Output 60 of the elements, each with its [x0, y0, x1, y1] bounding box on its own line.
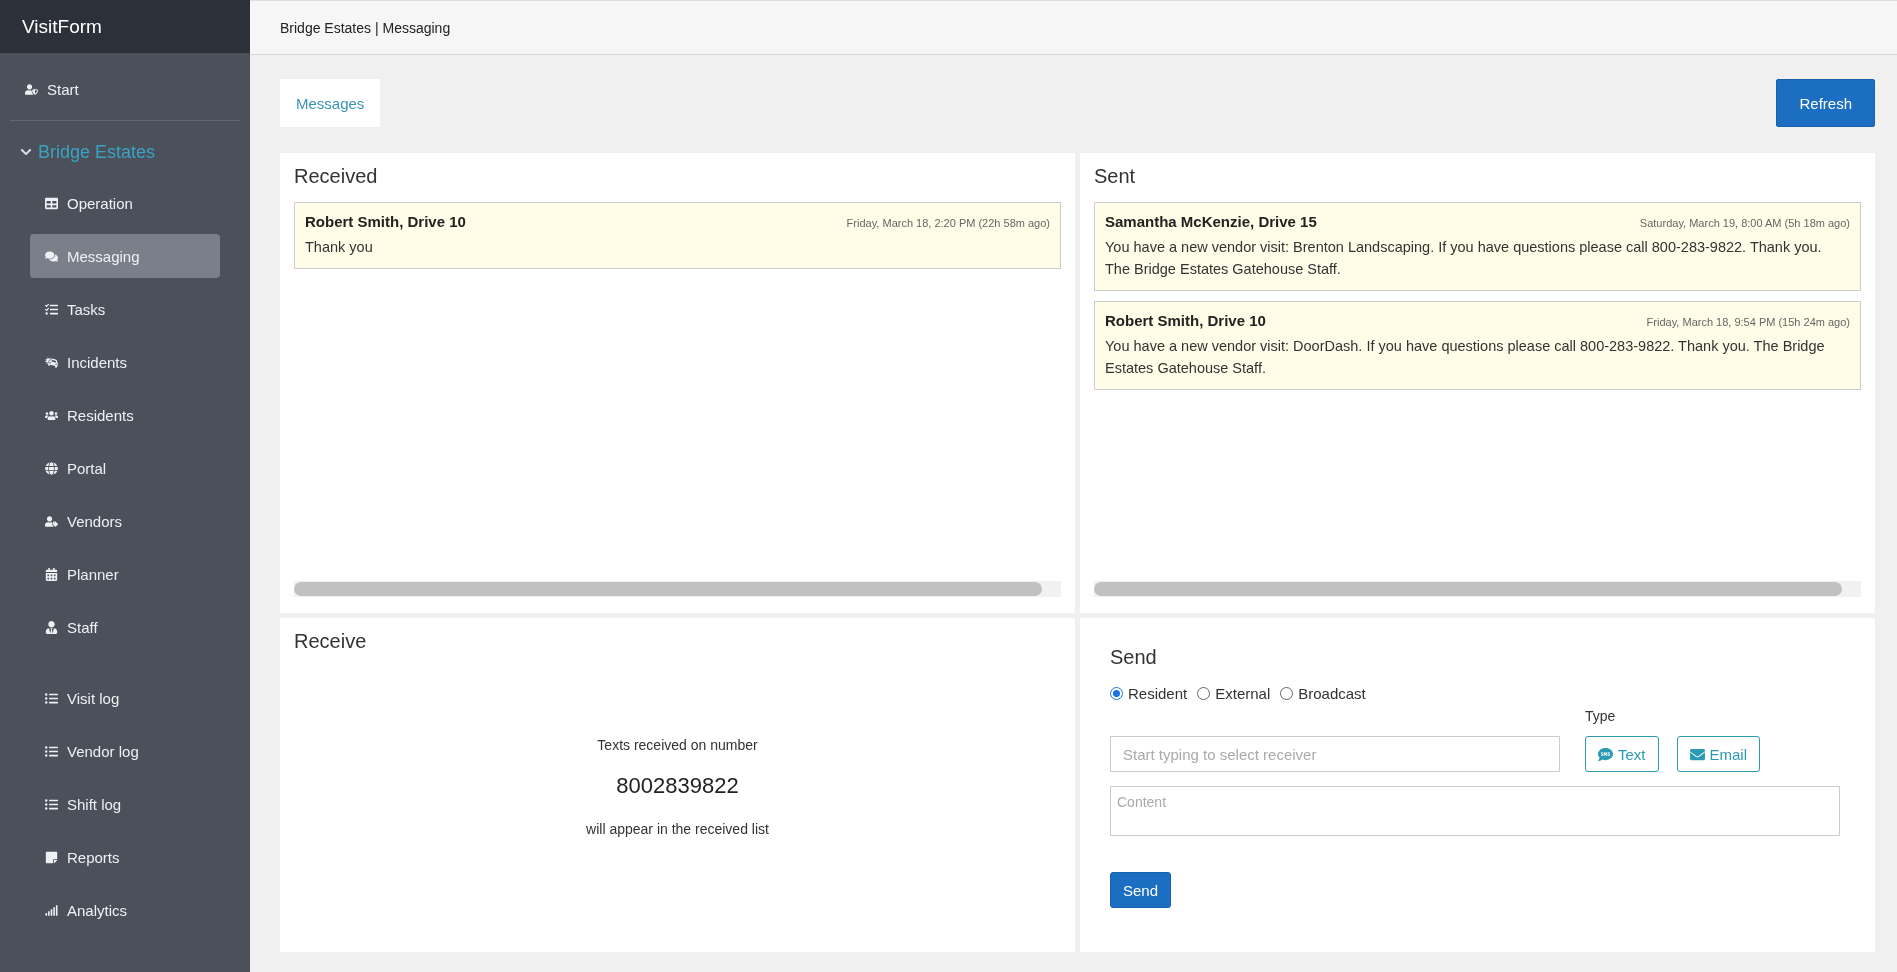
car-crash-icon: [45, 355, 58, 369]
message-time: Friday, March 18, 2:20 PM (22h 58m ago): [846, 217, 1050, 229]
nav-item[interactable]: Messaging: [30, 234, 220, 278]
info-text: Texts received on number: [597, 736, 758, 753]
nav-item[interactable]: Vendor log: [30, 729, 220, 773]
nav-item[interactable]: Residents: [30, 393, 220, 437]
nav-item[interactable]: Staff: [30, 605, 220, 649]
nav-item[interactable]: Analytics: [30, 888, 220, 932]
list-icon: [45, 744, 58, 758]
message-body: You have a new vendor visit: DoorDash. If you have questions please call 800-283-9822. Thank you. The Bridge Estates Gatehouse Staff.: [1105, 337, 1826, 378]
message-sender: Robert Smith, Drive 10: [1105, 312, 1266, 329]
table-icon: [45, 196, 58, 210]
tab[interactable]: Messages: [280, 79, 381, 127]
globe-icon: [45, 461, 58, 475]
info-text: will appear in the received list: [586, 820, 769, 837]
nav-item[interactable]: Planner: [30, 552, 220, 596]
radio-option[interactable]: Broadcast: [1280, 685, 1366, 702]
envelope-icon: [1689, 746, 1705, 762]
panel-title: Send: [1110, 646, 1158, 669]
message-sender: Robert Smith, Drive 10: [305, 213, 466, 230]
user-tag-icon: [45, 514, 58, 528]
panel-title: Sent: [1094, 165, 1137, 188]
send-button[interactable]: Send: [1110, 872, 1172, 908]
nav-item[interactable]: Reports: [30, 835, 220, 879]
phone-number: 8002839822: [616, 772, 739, 799]
note-icon: [45, 850, 58, 864]
breadcrumb: Bridge Estates | Messaging: [250, 0, 1897, 55]
user-tie-icon: [45, 620, 58, 634]
sms-bubble-icon: [1598, 746, 1613, 762]
users-icon: [45, 408, 58, 422]
chevron-down-icon: [20, 146, 32, 158]
message-body: Thank you: [305, 238, 374, 257]
refresh-button[interactable]: Refresh: [1776, 79, 1875, 127]
nav-item[interactable]: Operation: [30, 181, 220, 225]
app-brand: VisitForm: [0, 0, 250, 53]
calendar-icon: [45, 567, 58, 581]
radio-option[interactable]: Resident: [1110, 685, 1188, 702]
signal-bars-icon: [45, 903, 58, 917]
panel-title: Receive: [294, 630, 368, 653]
panel-title: Received: [294, 165, 379, 188]
nav-item[interactable]: Visit log: [30, 676, 220, 720]
message-sender: Samantha McKenzie, Drive 15: [1105, 213, 1317, 230]
nav-item[interactable]: Shift log: [30, 782, 220, 826]
nav-item[interactable]: Start: [10, 67, 240, 111]
message-time: Saturday, March 19, 8:00 AM (5h 18m ago): [1639, 217, 1850, 229]
user-shield-icon: [25, 82, 38, 96]
list-icon: [45, 797, 58, 811]
message-time: Friday, March 18, 9:54 PM (15h 24m ago): [1646, 316, 1850, 328]
chat-bubbles-icon: [45, 249, 58, 263]
nav-item[interactable]: Incidents: [30, 340, 220, 384]
content-field[interactable]: Content: [1110, 786, 1840, 836]
nav-item[interactable]: Tasks: [30, 287, 220, 331]
nav-item[interactable]: Vendors: [30, 499, 220, 543]
list-icon: [45, 691, 58, 705]
field-label: Type: [1585, 708, 1617, 724]
message-body: You have a new vendor visit: Brenton Landscaping. If you have questions please call 800-283-9822. Thank you. The Bridge Estates Gatehouse Staff.: [1105, 238, 1823, 279]
receiver-input[interactable]: Start typing to select receiver: [1110, 736, 1560, 772]
nav-item[interactable]: Portal: [30, 446, 220, 490]
radio-option[interactable]: External: [1197, 685, 1271, 702]
checklist-icon: [45, 302, 58, 316]
